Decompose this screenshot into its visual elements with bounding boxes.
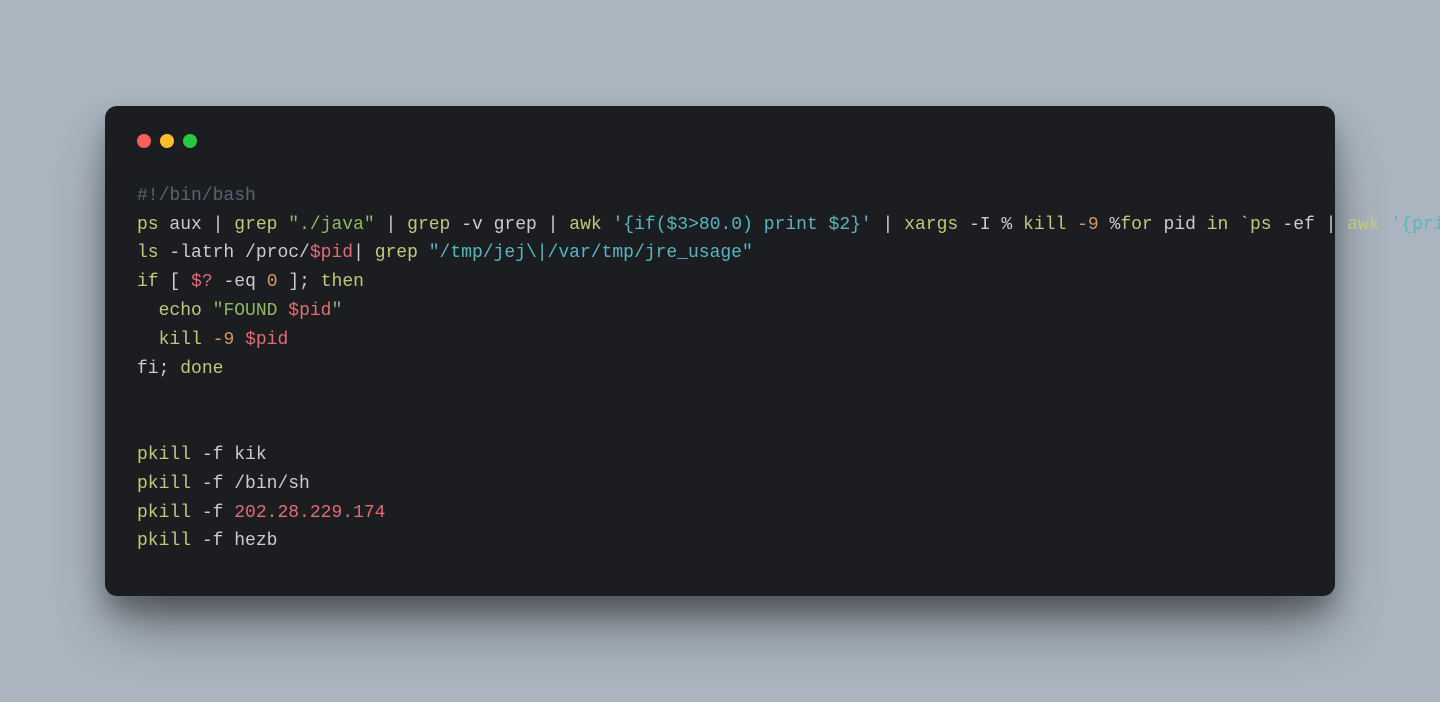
path-proc: /proc/ — [245, 243, 310, 263]
pipe: | — [213, 215, 224, 235]
kw-then: then — [321, 272, 364, 292]
cmd-kill: kill — [159, 330, 202, 350]
arg-ip: 202.28.229.174 — [234, 503, 385, 523]
cmd-pkill: pkill — [137, 503, 191, 523]
code-block: #!/bin/bash ps aux | grep "./java" | gre… — [137, 182, 1303, 556]
arg-grep: grep — [494, 215, 537, 235]
str-found-open: "FOUND — [213, 301, 289, 321]
pipe: | — [386, 215, 397, 235]
window-traffic-lights — [137, 134, 1303, 148]
var-pid: $pid — [245, 330, 288, 350]
kw-if: if — [137, 272, 159, 292]
flag-v: -v — [461, 215, 483, 235]
lb: [ — [169, 272, 180, 292]
close-icon[interactable] — [137, 134, 151, 148]
cmd-grep: grep — [234, 215, 277, 235]
cmd-ps: ps — [137, 215, 159, 235]
pipe: | — [353, 243, 364, 263]
cmd-grep: grep — [407, 215, 450, 235]
zoom-icon[interactable] — [183, 134, 197, 148]
var-status: $? — [191, 272, 213, 292]
cmd-kill: kill — [1023, 215, 1066, 235]
awk-script: '{print $2}' — [1390, 215, 1440, 235]
kw-in: in — [1207, 215, 1229, 235]
shebang: #!/bin/bash — [137, 186, 256, 206]
flag-f: -f — [202, 503, 224, 523]
kw-done: done — [180, 359, 223, 379]
cmd-xargs: xargs — [904, 215, 958, 235]
pct: % — [1001, 215, 1012, 235]
rb: ]; — [288, 272, 310, 292]
str-found-close: " — [331, 301, 342, 321]
cmd-pkill: pkill — [137, 474, 191, 494]
cmd-awk: awk — [569, 215, 601, 235]
pipe: | — [1326, 215, 1337, 235]
awk-script: '{if($3>80.0) print $2}' — [612, 215, 871, 235]
minimize-icon[interactable] — [160, 134, 174, 148]
pipe: | — [883, 215, 894, 235]
flag-f: -f — [202, 531, 224, 551]
backtick: ` — [1239, 215, 1250, 235]
cmd-ls: ls — [137, 243, 159, 263]
cmd-grep: grep — [375, 243, 418, 263]
var-pid: $pid — [288, 301, 331, 321]
arg-aux: aux — [169, 215, 201, 235]
str-java: "./java" — [288, 215, 374, 235]
cmd-pkill: pkill — [137, 445, 191, 465]
pipe: | — [548, 215, 559, 235]
flag-f: -f — [202, 445, 224, 465]
cmd-ps: ps — [1250, 215, 1272, 235]
flag-ef: -ef — [1282, 215, 1314, 235]
arg-kik: kik — [234, 445, 266, 465]
kw-fi: fi; — [137, 359, 169, 379]
cmd-echo: echo — [159, 301, 202, 321]
arg-binsh: /bin/sh — [234, 474, 310, 494]
n9: -9 — [1077, 215, 1099, 235]
str-path: "/tmp/jej\|/var/tmp/jre_usage" — [429, 243, 753, 263]
flag-f: -f — [202, 474, 224, 494]
kw-for: for — [1120, 215, 1152, 235]
arg-hezb: hezb — [234, 531, 277, 551]
code-window: #!/bin/bash ps aux | grep "./java" | gre… — [105, 106, 1335, 596]
cmd-pkill: pkill — [137, 531, 191, 551]
var-pid: pid — [1164, 215, 1196, 235]
var-pid: $pid — [310, 243, 353, 263]
op-eq: -eq — [223, 272, 255, 292]
n9: -9 — [213, 330, 235, 350]
flag-latrh: -latrh — [169, 243, 234, 263]
cmd-awk: awk — [1347, 215, 1379, 235]
wrap-pct: % — [1110, 215, 1121, 235]
flag-i: -I — [969, 215, 991, 235]
num-zero: 0 — [267, 272, 278, 292]
